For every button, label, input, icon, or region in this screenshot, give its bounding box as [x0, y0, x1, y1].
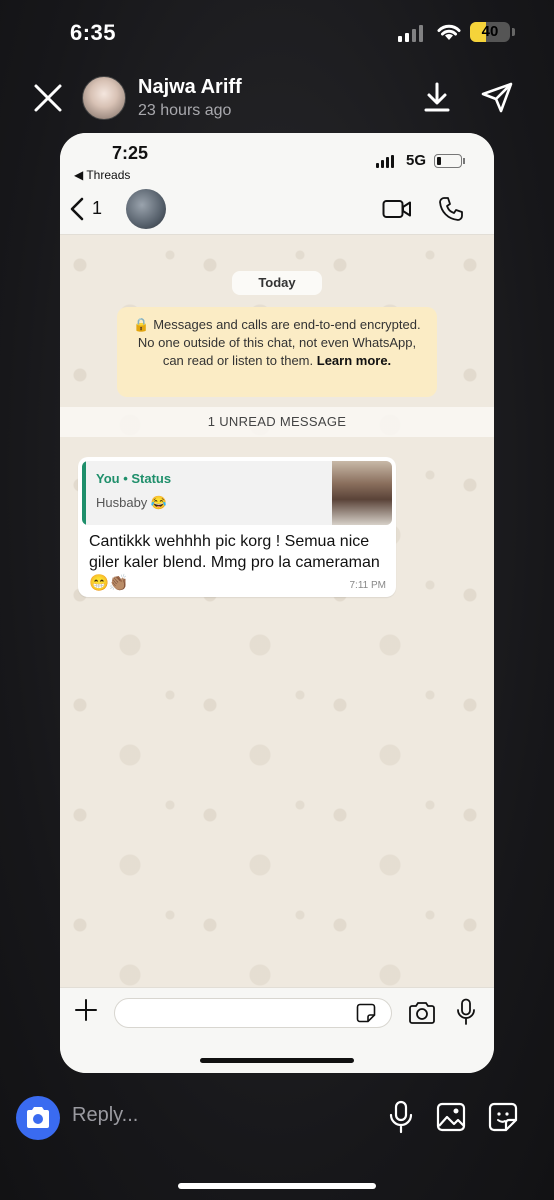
screenshot-signal-icon	[376, 155, 394, 168]
status-thumbnail	[332, 461, 392, 525]
screenshot-home-indicator	[200, 1058, 354, 1063]
screenshot-status-bar: 7:25 ◀ Threads 5G	[60, 133, 494, 185]
microphone-icon[interactable]	[388, 1100, 414, 1134]
battery-tip	[512, 28, 515, 36]
quote-accent-bar	[82, 461, 86, 525]
quote-text: Husbaby 😂	[96, 495, 168, 510]
battery-icon: 40	[470, 22, 510, 42]
screenshot-battery-tip	[463, 158, 465, 164]
sticker-icon	[356, 1003, 376, 1023]
quote-author: You • Status	[96, 471, 172, 486]
encryption-notice: 🔒 Messages and calls are end-to-end encr…	[117, 307, 437, 397]
phone-icon	[439, 197, 463, 221]
message-input	[114, 998, 392, 1028]
chat-messages: Today 🔒 Messages and calls are end-to-en…	[60, 235, 494, 987]
story-header: Najwa Ariff 23 hours ago	[0, 70, 554, 126]
battery-level: 40	[481, 23, 499, 40]
screenshot-battery-icon	[434, 154, 462, 168]
plus-icon	[75, 999, 97, 1021]
system-status-bar: 6:35 40	[0, 0, 554, 66]
wifi-icon	[437, 24, 461, 40]
reply-input[interactable]: Reply...	[72, 1104, 138, 1127]
message-text: Cantikkk wehhhh pic korg ! Semua nice gi…	[89, 533, 380, 592]
unread-count: 1	[92, 198, 103, 218]
network-type: 5G	[406, 152, 427, 169]
chevron-left-icon	[70, 197, 84, 221]
message-bubble: You • Status Husbaby 😂 Cantikkk wehhhh p…	[78, 457, 396, 597]
reply-bar: Reply...	[0, 1088, 554, 1148]
sender-avatar[interactable]	[82, 76, 126, 120]
send-icon[interactable]	[480, 80, 514, 114]
camera-icon	[27, 1107, 49, 1128]
reply-camera-button[interactable]	[16, 1096, 60, 1140]
close-icon[interactable]	[30, 80, 66, 116]
chat-input-bar	[60, 987, 494, 1073]
back-to-app-link: ◀ Threads	[74, 168, 131, 182]
video-call-icon	[382, 200, 411, 218]
microphone-icon	[457, 998, 475, 1025]
message-time: 7:11 PM	[349, 580, 387, 591]
sticker-icon[interactable]	[488, 1102, 518, 1132]
unread-divider: 1 UNREAD MESSAGE	[60, 407, 494, 437]
quoted-status: You • Status Husbaby 😂	[82, 461, 392, 525]
screenshot-time: 7:25	[112, 143, 149, 163]
system-time: 6:35	[70, 20, 117, 45]
learn-more-link: Learn more.	[316, 353, 392, 368]
camera-icon	[409, 1002, 435, 1024]
contact-avatar	[126, 189, 166, 229]
shared-screenshot: 7:25 ◀ Threads 5G 1 Today 🔒 Messages and…	[60, 133, 494, 1073]
download-icon[interactable]	[420, 80, 454, 114]
cellular-signal-icon	[398, 24, 423, 42]
date-label: Today	[232, 271, 322, 295]
home-indicator	[178, 1183, 376, 1189]
story-timestamp: 23 hours ago	[138, 102, 232, 119]
lock-icon: 🔒	[133, 317, 154, 332]
gallery-icon[interactable]	[436, 1102, 466, 1132]
sender-name[interactable]: Najwa Ariff	[138, 76, 242, 99]
chat-header: 1	[60, 185, 494, 235]
